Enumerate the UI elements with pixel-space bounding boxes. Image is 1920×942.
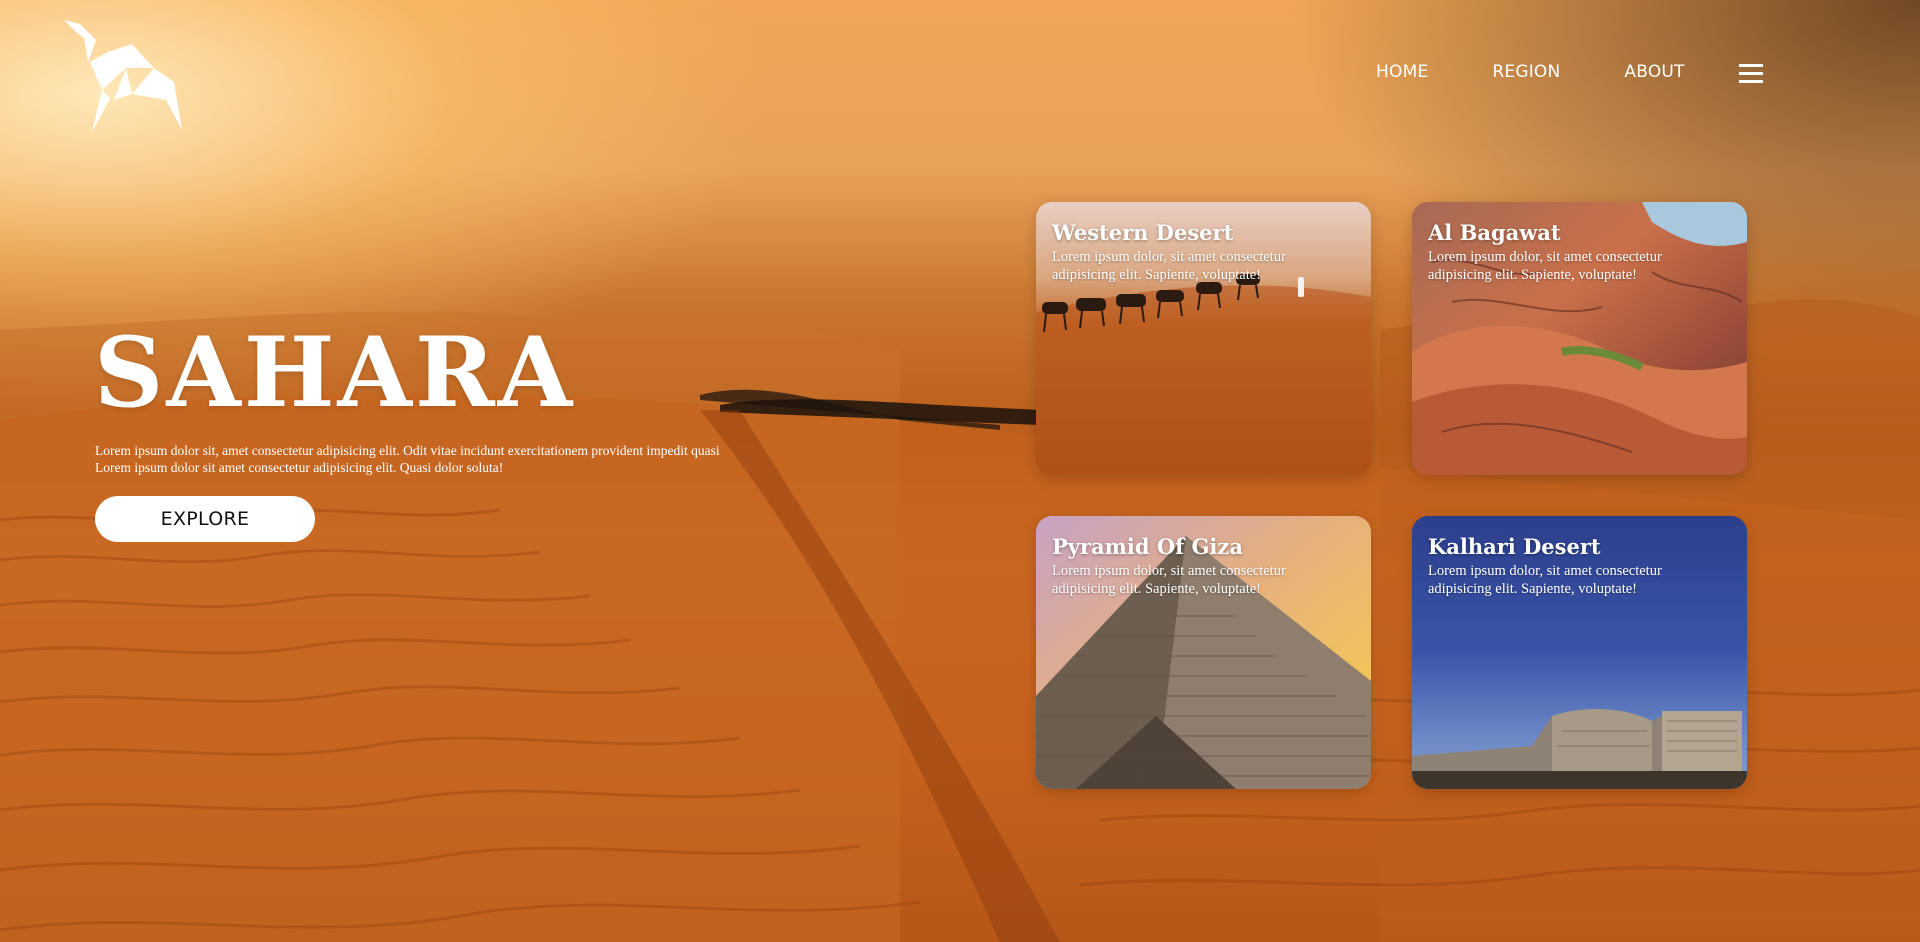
destination-card-pyramid-of-giza[interactable]: Pyramid Of Giza Lorem ipsum dolor, sit a… bbox=[1036, 516, 1371, 789]
nav-home-link[interactable]: HOME bbox=[1376, 62, 1428, 82]
card-text: Lorem ipsum dolor, sit amet consectetur … bbox=[1052, 249, 1286, 283]
destination-card-al-bagawat[interactable]: Al Bagawat Lorem ipsum dolor, sit amet c… bbox=[1412, 202, 1747, 475]
hero-description: Lorem ipsum dolor sit, amet consectetur … bbox=[95, 442, 795, 476]
card-title: Pyramid Of Giza bbox=[1052, 534, 1243, 559]
hero-title: SAHARA bbox=[94, 316, 576, 429]
card-title: Al Bagawat bbox=[1428, 220, 1561, 245]
nav-about-link[interactable]: ABOUT bbox=[1624, 62, 1684, 82]
nav-region-link[interactable]: REGION bbox=[1492, 62, 1560, 82]
origami-camel-logo[interactable] bbox=[62, 20, 192, 135]
card-text: Lorem ipsum dolor, sit amet consectetur … bbox=[1052, 563, 1286, 597]
destination-card-western-desert[interactable]: Western Desert Lorem ipsum dolor, sit am… bbox=[1036, 202, 1371, 475]
card-text: Lorem ipsum dolor, sit amet consectetur … bbox=[1428, 249, 1662, 283]
hero-description-line: Lorem ipsum dolor sit amet consectetur a… bbox=[95, 460, 504, 475]
main-nav: HOME REGION ABOUT bbox=[1376, 62, 1763, 83]
explore-button[interactable]: EXPLORE bbox=[95, 496, 315, 542]
hamburger-menu-icon[interactable] bbox=[1739, 64, 1765, 86]
destination-card-kalhari-desert[interactable]: Kalhari Desert Lorem ipsum dolor, sit am… bbox=[1412, 516, 1747, 789]
card-text: Lorem ipsum dolor, sit amet consectetur … bbox=[1428, 563, 1662, 597]
card-title: Kalhari Desert bbox=[1428, 534, 1601, 559]
hero-description-line: Lorem ipsum dolor sit, amet consectetur … bbox=[95, 443, 720, 458]
card-title: Western Desert bbox=[1052, 220, 1234, 245]
